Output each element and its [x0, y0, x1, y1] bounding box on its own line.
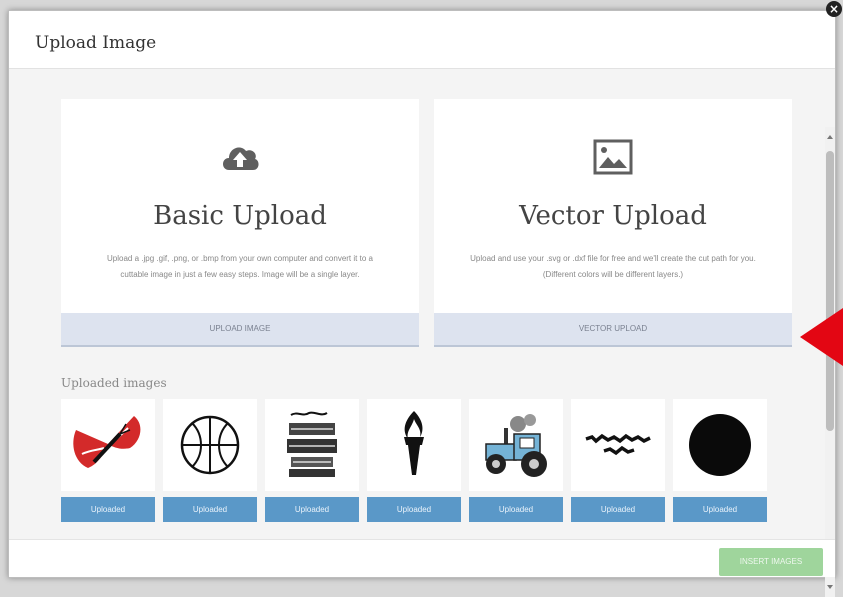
- uploaded-button[interactable]: Uploaded: [469, 497, 563, 522]
- vector-upload-description: Upload and use your .svg or .dxf file fo…: [470, 254, 756, 279]
- scroll-up-arrow-icon[interactable]: [827, 135, 833, 139]
- uploaded-button[interactable]: Uploaded: [265, 497, 359, 522]
- torch-icon[interactable]: [367, 399, 461, 491]
- vector-upload-button[interactable]: VECTOR UPLOAD: [434, 313, 792, 347]
- text-happening-icon[interactable]: [571, 399, 665, 491]
- uploaded-button[interactable]: Uploaded: [163, 497, 257, 522]
- modal-footer: INSERT IMAGES: [9, 539, 835, 577]
- vector-upload-title: Vector Upload: [519, 201, 707, 231]
- scroll-thumb[interactable]: [826, 151, 834, 431]
- butterfly-icon[interactable]: [61, 399, 155, 491]
- uploaded-button[interactable]: Uploaded: [61, 497, 155, 522]
- black-circle-icon[interactable]: [673, 399, 767, 491]
- cloud-upload-icon: [61, 137, 419, 181]
- tractor-icon[interactable]: [469, 399, 563, 491]
- basic-upload-card: Basic Upload Upload a .jpg .gif, .png, o…: [61, 99, 419, 313]
- modal-body[interactable]: Basic Upload Upload a .jpg .gif, .png, o…: [9, 69, 835, 597]
- image-icon: [434, 137, 792, 181]
- red-pointer-arrow-icon: [800, 308, 843, 366]
- insert-images-button[interactable]: INSERT IMAGES: [719, 548, 823, 576]
- close-icon[interactable]: ×: [826, 1, 842, 17]
- vector-upload-card: Vector Upload Upload and use your .svg o…: [434, 99, 792, 313]
- basic-upload-description: Upload a .jpg .gif, .png, or .bmp from y…: [107, 254, 373, 279]
- uploaded-images-heading: Uploaded images: [61, 376, 167, 390]
- basic-upload-title: Basic Upload: [153, 201, 327, 231]
- basketball-icon[interactable]: [163, 399, 257, 491]
- uploaded-button[interactable]: Uploaded: [367, 497, 461, 522]
- uploaded-button[interactable]: Uploaded: [571, 497, 665, 522]
- upload-image-button[interactable]: UPLOAD IMAGE: [61, 313, 419, 347]
- text-design-icon[interactable]: [265, 399, 359, 491]
- upload-image-modal: Upload Image Basic Upload Upload a .jpg …: [8, 10, 836, 597]
- scroll-down-arrow-icon[interactable]: [827, 585, 833, 589]
- uploaded-button[interactable]: Uploaded: [673, 497, 767, 522]
- modal-title: Upload Image: [35, 33, 157, 53]
- modal-header: Upload Image: [9, 11, 835, 69]
